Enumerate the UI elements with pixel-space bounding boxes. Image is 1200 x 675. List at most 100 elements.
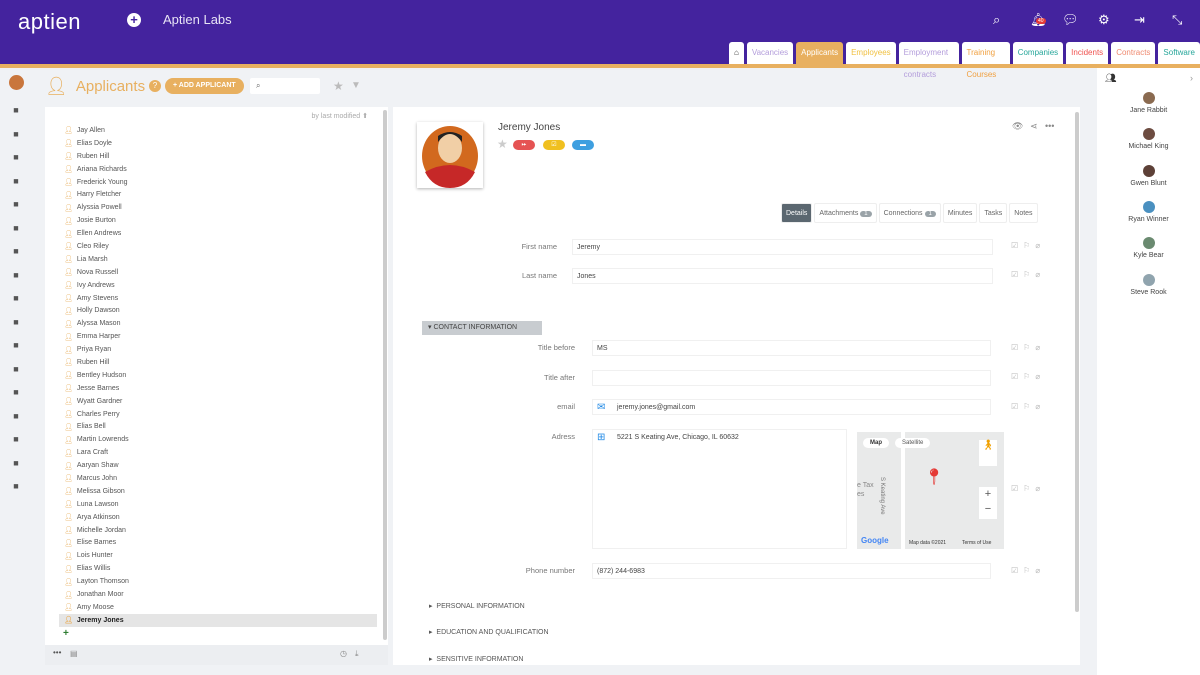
list-item[interactable]: 👤︎ Jesse Barnes bbox=[59, 382, 377, 395]
list-item[interactable]: 👤︎ Amy Moose bbox=[59, 601, 377, 614]
terms-link[interactable]: Terms of Use bbox=[962, 540, 991, 546]
user-item[interactable]: Steve Rook bbox=[1097, 273, 1200, 296]
search-icon[interactable]: ⌕ bbox=[993, 12, 1000, 28]
list-item[interactable]: 👤︎ Melissa Gibson bbox=[59, 485, 377, 498]
grid-icon[interactable]: ■ bbox=[10, 434, 22, 444]
field-actions[interactable]: ☑⚐⌀ bbox=[1011, 241, 1045, 250]
tab-details[interactable]: Details bbox=[781, 203, 813, 223]
search-input[interactable]: ⌕ bbox=[250, 78, 320, 94]
history-icon[interactable]: ◷ bbox=[340, 649, 347, 658]
list-item[interactable]: 👤︎ Amy Stevens bbox=[59, 292, 377, 305]
library-icon[interactable]: ■ bbox=[10, 411, 22, 421]
list-item[interactable]: 👤︎ Wyatt Gardner bbox=[59, 395, 377, 408]
tab-contracts[interactable]: Contracts bbox=[1111, 42, 1156, 64]
book-icon[interactable]: ■ bbox=[10, 293, 22, 303]
list-item[interactable]: 👤︎ Martin Lowrends bbox=[59, 433, 377, 446]
tab-applicants[interactable]: Applicants bbox=[796, 42, 844, 64]
tab-connections[interactable]: Connections 1 bbox=[878, 203, 941, 223]
building-icon[interactable]: ■ bbox=[10, 199, 22, 209]
gear-icon[interactable]: ⚙ bbox=[1098, 12, 1110, 28]
list-item[interactable]: 👤︎ Frederick Young bbox=[59, 176, 377, 189]
user-item[interactable]: Kyle Bear bbox=[1097, 237, 1200, 259]
last-name-field[interactable]: Jones bbox=[572, 268, 993, 284]
list-item[interactable]: 👤︎ Lara Craft bbox=[59, 446, 377, 459]
field-actions[interactable]: ☑⚐⌀ bbox=[1011, 484, 1045, 493]
tab-incidents[interactable]: Incidents bbox=[1066, 42, 1109, 64]
user-item[interactable]: Ryan Winner bbox=[1097, 200, 1200, 223]
map-icon[interactable]: ⊞ bbox=[597, 430, 605, 445]
list-item[interactable]: 👤︎ Elise Barnes bbox=[59, 537, 377, 550]
star-icon[interactable]: ★ bbox=[497, 137, 508, 151]
field-actions[interactable]: ☑⚐⌀ bbox=[1011, 372, 1045, 381]
comment-badge[interactable]: ▬ bbox=[572, 140, 594, 150]
clipboard-2-icon[interactable]: ■ bbox=[10, 340, 22, 350]
field-actions[interactable]: ☑⚐⌀ bbox=[1011, 566, 1045, 575]
collapse-icon[interactable]: ⤡ bbox=[1172, 12, 1182, 28]
education-section[interactable]: ▸ EDUCATION AND QUALIFICATION bbox=[429, 628, 549, 636]
add-applicant-button[interactable]: + ADD APPLICANT bbox=[165, 78, 244, 94]
list-item[interactable]: 👤︎ Cleo Riley bbox=[59, 240, 377, 253]
list-item[interactable]: 👤︎ Jay Allen bbox=[59, 124, 377, 137]
help-icon[interactable]: ? bbox=[149, 80, 161, 92]
list-item[interactable]: 👤︎ Ellen Andrews bbox=[59, 227, 377, 240]
tab-employees[interactable]: Employees bbox=[846, 42, 896, 64]
more-icon[interactable]: ••• bbox=[1045, 121, 1054, 131]
megaphone-icon[interactable]: ■ bbox=[10, 246, 22, 256]
star-icon[interactable]: ■ bbox=[10, 270, 22, 280]
map-widget[interactable]: Map Satellite S Keating Ave e Tax es 📍︎ … bbox=[857, 432, 1004, 549]
field-actions[interactable]: ☑⚐⌀ bbox=[1011, 343, 1045, 352]
list-item[interactable]: 👤︎ Michelle Jordan bbox=[59, 524, 377, 537]
list-item[interactable]: 👤︎ Bentley Hudson bbox=[59, 369, 377, 382]
list-item[interactable]: 👤︎ Aaryan Shaw bbox=[59, 459, 377, 472]
chat-icon[interactable]: 💬︎ bbox=[1062, 12, 1079, 28]
printer-icon[interactable]: ■ bbox=[10, 364, 22, 374]
list-item[interactable]: 👤︎ Lois Hunter bbox=[59, 549, 377, 562]
applicant-photo[interactable] bbox=[417, 122, 483, 188]
list-item[interactable]: 👤︎ Arya Atkinson bbox=[59, 511, 377, 524]
tab-notes[interactable]: Notes bbox=[1009, 203, 1038, 223]
street-view-icon[interactable]: 🚶︎ bbox=[979, 440, 997, 466]
home-icon[interactable]: ■ bbox=[10, 105, 22, 115]
list-item[interactable]: 👤︎ Ivy Andrews bbox=[59, 279, 377, 292]
detail-scrollbar[interactable] bbox=[1075, 112, 1079, 612]
organization-name[interactable]: Aptien Labs bbox=[163, 12, 232, 27]
list-item[interactable]: 👤︎ Layton Thomson bbox=[59, 575, 377, 588]
phone-field[interactable]: (872) 244-6983 bbox=[592, 563, 991, 579]
tab-employment-contracts[interactable]: Employment contracts bbox=[898, 42, 959, 79]
forward-badge[interactable]: ⏩︎ bbox=[513, 140, 535, 150]
address-field[interactable]: ⊞ 5221 S Keating Ave, Chicago, IL 60632 bbox=[592, 429, 847, 549]
list-item[interactable]: 👤︎ Nova Russell bbox=[59, 266, 377, 279]
task-badge[interactable]: ☑︎ bbox=[543, 140, 565, 150]
contact-section-toggle[interactable]: ▾ CONTACT INFORMATION bbox=[422, 321, 542, 335]
email-field[interactable]: ✉ jeremy.jones@gmail.com bbox=[592, 399, 991, 415]
list-item[interactable]: 👤︎ Josie Burton bbox=[59, 214, 377, 227]
people-icon[interactable]: ■ bbox=[10, 458, 22, 468]
list-item[interactable]: 👤︎ Elias Willis bbox=[59, 562, 377, 575]
list-item[interactable]: 👤︎ Ruben Hill bbox=[59, 356, 377, 369]
list-item[interactable]: 👤︎ Lia Marsh bbox=[59, 253, 377, 266]
eye-icon[interactable]: 👁︎ bbox=[1012, 121, 1023, 132]
logo[interactable]: aptien bbox=[18, 9, 81, 35]
list-item[interactable]: 👤︎ Ruben Hill bbox=[59, 150, 377, 163]
user-item[interactable]: Jane Rabbit bbox=[1097, 92, 1200, 114]
list-item[interactable]: 👤︎ Alyssa Mason bbox=[59, 317, 377, 330]
tab-attachments[interactable]: Attachments 1 bbox=[814, 203, 877, 223]
tools-icon[interactable]: ■ bbox=[10, 223, 22, 233]
envelope-icon[interactable]: ✉ bbox=[597, 400, 605, 415]
list-item[interactable]: 👤︎ Marcus John bbox=[59, 472, 377, 485]
mail-icon[interactable]: ■ bbox=[10, 129, 22, 139]
list-item[interactable]: 👤︎ Holly Dawson bbox=[59, 304, 377, 317]
sort-label[interactable]: by last modified ⬆ bbox=[312, 112, 368, 120]
title-before-field[interactable]: MS bbox=[592, 340, 991, 356]
list-item[interactable]: 👤︎ Harry Fletcher bbox=[59, 188, 377, 201]
clipboard-icon[interactable]: ■ bbox=[10, 176, 22, 186]
document-icon[interactable]: ■ bbox=[10, 317, 22, 327]
logout-icon[interactable]: ⇥ bbox=[1134, 12, 1145, 28]
list-item[interactable]: 👤︎ Luna Lawson bbox=[59, 498, 377, 511]
first-name-field[interactable]: Jeremy bbox=[572, 239, 993, 255]
tab-home[interactable]: ⌂ bbox=[729, 42, 744, 64]
books-icon[interactable]: ■ bbox=[10, 481, 22, 491]
list-item[interactable]: 👤︎ Jonathan Moor bbox=[59, 588, 377, 601]
add-icon[interactable]: + bbox=[63, 628, 69, 639]
tab-companies[interactable]: Companies bbox=[1012, 42, 1064, 64]
